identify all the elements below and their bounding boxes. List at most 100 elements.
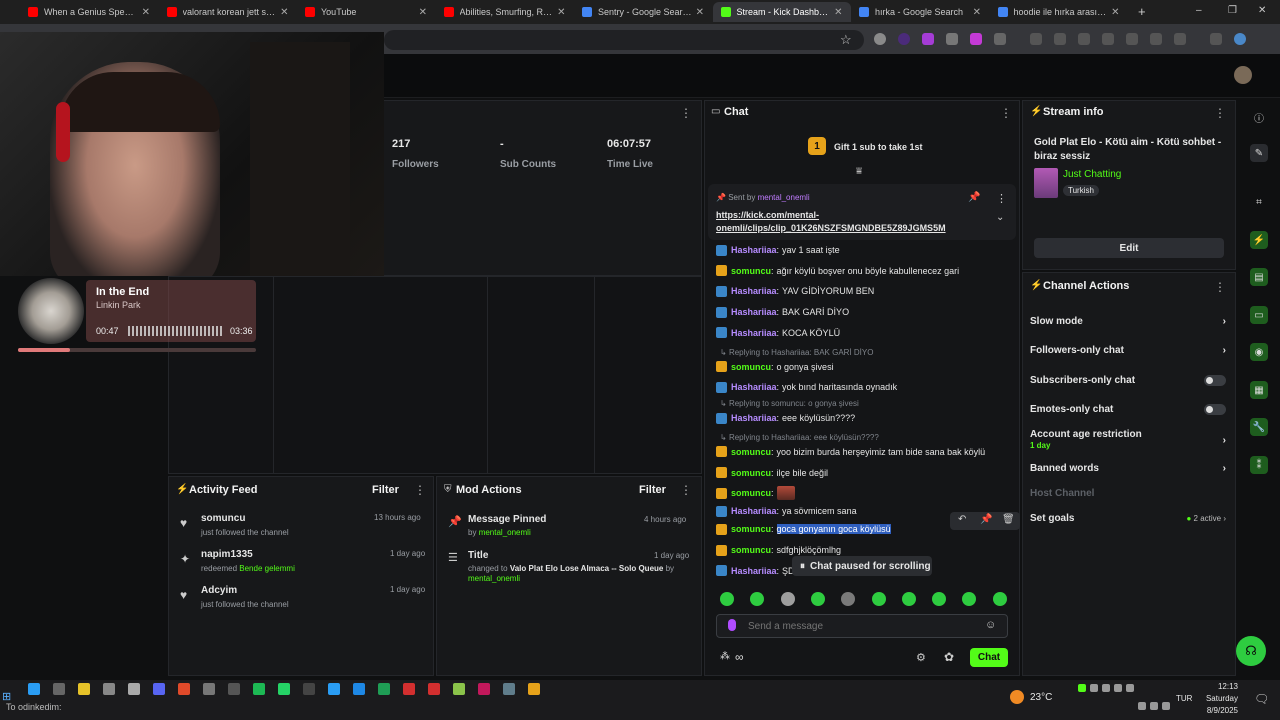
tray-icon[interactable] xyxy=(1090,684,1098,692)
category-thumbnail[interactable] xyxy=(1034,168,1058,198)
taskbar-app-icon[interactable] xyxy=(178,683,190,695)
edit-pen-icon[interactable]: ✎ xyxy=(1250,144,1268,162)
chat-username[interactable]: Hashariiaa xyxy=(731,286,777,296)
extension-icon[interactable] xyxy=(922,33,934,45)
chat-message[interactable]: somuncu: xyxy=(716,484,1012,502)
chat-message[interactable]: somuncu: ilçe bile değil xyxy=(716,464,1012,482)
taskbar-app-icon[interactable] xyxy=(78,683,90,695)
settings-gear-icon[interactable]: ⚙ xyxy=(916,651,926,664)
unpin-icon[interactable]: 📌 xyxy=(968,192,980,203)
profile-icon[interactable] xyxy=(1234,33,1246,45)
chat-message[interactable]: Hashariiaa: BAK GARİ DİYO xyxy=(716,303,1012,321)
taskbar-app-icon[interactable] xyxy=(103,683,115,695)
taskbar-app-icon[interactable] xyxy=(453,683,465,695)
chat-username[interactable]: somuncu xyxy=(731,545,771,555)
download-icon[interactable] xyxy=(1102,33,1114,45)
browser-tab[interactable]: YouTube ✕ xyxy=(297,2,435,22)
chat-username[interactable]: somuncu xyxy=(731,447,771,457)
emote-icon[interactable] xyxy=(932,592,947,606)
chat-username[interactable]: somuncu xyxy=(731,362,771,372)
browser-tab[interactable]: When a Genius Spearman... ✕ xyxy=(20,2,158,22)
subscribers-only-toggle[interactable] xyxy=(1204,374,1226,386)
chat-username[interactable]: Hashariiaa xyxy=(731,413,777,423)
tray-icon[interactable] xyxy=(1078,684,1086,692)
mod-more-icon[interactable]: ⋮ xyxy=(680,483,692,497)
emote-icon[interactable] xyxy=(901,592,916,606)
activity-user[interactable]: somuncu xyxy=(201,513,245,524)
track-progress-bar[interactable] xyxy=(18,348,256,352)
chat-username[interactable]: somuncu xyxy=(731,468,771,478)
lightning-icon[interactable]: ⚡ xyxy=(1250,231,1268,249)
new-tab-button[interactable]: + xyxy=(1138,4,1146,19)
taskbar-app-icon[interactable] xyxy=(503,683,515,695)
chat-message-input[interactable] xyxy=(748,618,968,634)
input-language[interactable]: TUR xyxy=(1176,694,1192,703)
taskbar-app-icon[interactable] xyxy=(403,683,415,695)
taskbar-app-icon[interactable] xyxy=(303,683,315,695)
extension-icon[interactable] xyxy=(874,33,886,45)
headset-support-icon[interactable]: ☊ xyxy=(1236,636,1266,666)
taskbar-app-icon[interactable] xyxy=(53,683,65,695)
toolbar-icon[interactable] xyxy=(1030,33,1042,45)
chat-username[interactable]: Hashariiaa xyxy=(731,566,777,576)
taskbar-app-icon[interactable] xyxy=(353,683,365,695)
gift-sub-button[interactable]: Gift 1 sub to take 1st xyxy=(834,142,923,152)
link-icon[interactable] xyxy=(1174,33,1186,45)
extensions-puzzle-icon[interactable] xyxy=(994,33,1006,45)
pinned-link-line2[interactable]: onemli/clips/clip_01K26NSZFSMGNDBE5Z89JG… xyxy=(716,223,946,233)
emote-icon[interactable] xyxy=(871,592,886,606)
mod-filter-button[interactable]: Filter xyxy=(639,484,666,496)
browser-tab[interactable]: hoodie ile hırka arasındak ✕ xyxy=(990,2,1128,22)
close-tab-icon[interactable]: ✕ xyxy=(280,7,288,18)
notifications-icon[interactable]: 🗨 xyxy=(1254,692,1269,706)
taskbar-app-icon[interactable] xyxy=(328,683,340,695)
tray-icon[interactable] xyxy=(1138,702,1146,710)
activity-user[interactable]: Adcyim xyxy=(201,585,237,596)
wrench-icon[interactable]: 🔧 xyxy=(1250,418,1268,436)
chat-username[interactable]: Hashariiaa xyxy=(731,307,777,317)
pinned-more-icon[interactable]: ⋮ xyxy=(996,192,1007,205)
close-tab-icon[interactable]: ✕ xyxy=(834,7,842,18)
user-avatar[interactable] xyxy=(1234,66,1252,84)
chat-username[interactable]: somuncu xyxy=(731,266,771,276)
close-window-button[interactable]: ✕ xyxy=(1258,5,1266,16)
mod-item-user[interactable]: mental_onemli xyxy=(479,528,531,537)
tray-icon[interactable] xyxy=(1102,684,1110,692)
channel-actions-more-icon[interactable]: ⋮ xyxy=(1214,280,1226,294)
maximize-button[interactable]: ❐ xyxy=(1228,5,1237,16)
chat-username[interactable]: Hashariiaa xyxy=(731,328,777,338)
close-tab-icon[interactable]: ✕ xyxy=(557,7,565,18)
edit-stream-button[interactable]: Edit xyxy=(1034,238,1224,258)
chat-message[interactable]: Hashariiaa: KOCA KÖYLÜ xyxy=(716,324,1012,342)
banned-words-row[interactable]: Banned words › xyxy=(1030,459,1226,477)
taskbar-app-icon[interactable] xyxy=(278,683,290,695)
reply-icon[interactable]: ↶ xyxy=(958,514,966,525)
chat-paused-banner[interactable]: ⏸ Chat paused for scrolling xyxy=(792,556,932,576)
slow-mode-row[interactable]: Slow mode › xyxy=(1030,312,1226,330)
taskbar-app-icon[interactable] xyxy=(428,683,440,695)
reply-context[interactable]: ↳ Replying to Hashariiaa: eee köylüsün??… xyxy=(720,433,879,442)
chevron-down-icon[interactable]: ⌄ xyxy=(996,212,1004,223)
taskbar-app-icon[interactable] xyxy=(528,683,540,695)
taskbar-app-icon[interactable] xyxy=(128,683,140,695)
chat-more-icon[interactable]: ⋮ xyxy=(1000,106,1012,120)
taskbar-app-icon[interactable] xyxy=(153,683,165,695)
activity-user[interactable]: napim1335 xyxy=(201,549,253,560)
menu-icon[interactable] xyxy=(1210,33,1222,45)
emoji-icon[interactable]: ☺ xyxy=(985,619,996,631)
reply-context[interactable]: ↳ Replying to Hashariiaa: BAK GARİ DİYO xyxy=(720,348,873,357)
emote-icon[interactable] xyxy=(810,592,825,606)
close-tab-icon[interactable]: ✕ xyxy=(142,7,150,18)
toolbar-icon[interactable] xyxy=(1054,33,1066,45)
account-age-row[interactable]: Account age restriction 1 day › xyxy=(1030,428,1226,452)
browser-tab[interactable]: Sentry - Google Search ✕ xyxy=(574,2,712,22)
extension-icon[interactable] xyxy=(946,33,958,45)
tray-icon[interactable] xyxy=(1126,684,1134,692)
bot-icon[interactable]: ✿ xyxy=(944,650,954,664)
document-icon[interactable]: ▤ xyxy=(1250,268,1268,286)
chat-username[interactable]: somuncu xyxy=(731,488,771,498)
toolbar-icon[interactable] xyxy=(1126,33,1138,45)
stats-more-icon[interactable]: ⋮ xyxy=(680,106,692,120)
taskbar-app-icon[interactable] xyxy=(28,683,40,695)
tray-icon[interactable] xyxy=(1162,702,1170,710)
